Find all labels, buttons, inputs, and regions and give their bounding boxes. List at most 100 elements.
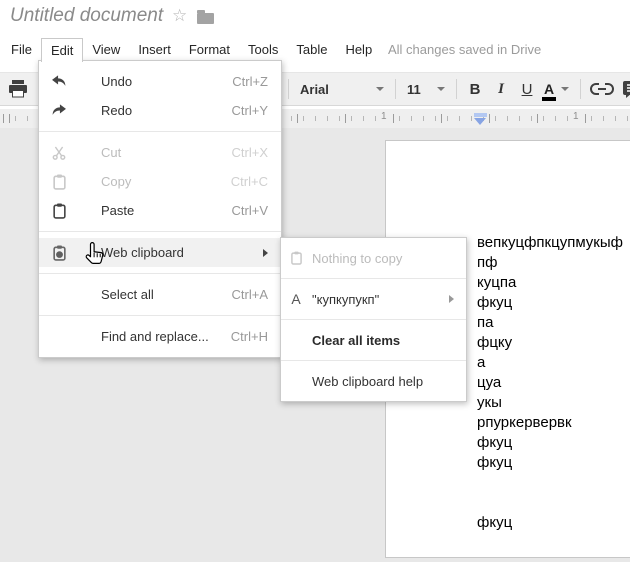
menu-item-paste[interactable]: Paste Ctrl+V bbox=[39, 196, 281, 225]
scissors-icon bbox=[49, 146, 69, 160]
ruler-number: 1 bbox=[571, 112, 581, 122]
text-line: фкуц bbox=[477, 513, 623, 533]
web-clipboard-icon bbox=[49, 245, 69, 261]
menu-view[interactable]: View bbox=[83, 38, 129, 62]
menu-insert[interactable]: Insert bbox=[129, 38, 180, 62]
menu-file[interactable]: File bbox=[2, 38, 41, 62]
toolbar-separator bbox=[456, 79, 457, 99]
menu-item-copy: Copy Ctrl+C bbox=[39, 167, 281, 196]
menu-item-shortcut: Ctrl+H bbox=[231, 329, 268, 344]
font-size-value: 11 bbox=[407, 82, 421, 97]
menu-item-label: Select all bbox=[101, 287, 154, 302]
bold-button[interactable]: B bbox=[462, 77, 488, 101]
submenu-item-help[interactable]: Web clipboard help bbox=[281, 367, 466, 395]
text-line: а bbox=[477, 353, 623, 373]
menu-separator bbox=[281, 360, 466, 361]
left-indent-marker[interactable] bbox=[474, 118, 486, 125]
submenu-item-clear-all[interactable]: Clear all items bbox=[281, 326, 466, 354]
ruler-number: 1 bbox=[379, 112, 389, 122]
submenu-item-nothing-to-copy: Nothing to copy bbox=[281, 244, 466, 272]
text-line: па bbox=[477, 313, 623, 333]
text-item-icon: A bbox=[289, 291, 303, 307]
submenu-item-copied-text[interactable]: A "купкупукп" bbox=[281, 285, 466, 313]
submenu-item-label: "купкупукп" bbox=[312, 292, 379, 307]
menu-separator bbox=[281, 278, 466, 279]
submenu-item-label: Web clipboard help bbox=[312, 374, 423, 389]
text-line: вепкуцфпкцупмукыф bbox=[477, 233, 623, 253]
insert-link-button[interactable] bbox=[586, 77, 618, 101]
font-family-select[interactable]: Arial bbox=[294, 77, 390, 101]
redo-icon bbox=[49, 104, 69, 117]
menu-separator bbox=[281, 319, 466, 320]
toolbar-separator bbox=[580, 79, 581, 99]
submenu-item-label: Clear all items bbox=[312, 333, 400, 348]
menu-item-undo[interactable]: Undo Ctrl+Z bbox=[39, 67, 281, 96]
comment-icon bbox=[622, 80, 630, 99]
text-line: пф bbox=[477, 253, 623, 273]
menu-format[interactable]: Format bbox=[180, 38, 239, 62]
text-color-button[interactable]: A bbox=[540, 77, 573, 101]
font-size-select[interactable]: 11 bbox=[401, 77, 451, 101]
menu-separator bbox=[39, 273, 281, 274]
chevron-down-icon bbox=[561, 87, 569, 91]
menu-item-web-clipboard[interactable]: Web clipboard bbox=[39, 238, 281, 267]
submenu-arrow-icon bbox=[263, 249, 268, 257]
submenu-item-label: Nothing to copy bbox=[312, 251, 402, 266]
menu-item-label: Copy bbox=[101, 174, 131, 189]
undo-icon bbox=[49, 75, 69, 88]
text-line: куцпа bbox=[477, 273, 623, 293]
toolbar-separator bbox=[395, 79, 396, 99]
menu-table[interactable]: Table bbox=[287, 38, 336, 62]
clipboard-icon bbox=[49, 203, 69, 219]
underline-button[interactable]: U bbox=[514, 77, 540, 101]
link-icon bbox=[590, 82, 614, 96]
menu-item-redo[interactable]: Redo Ctrl+Y bbox=[39, 96, 281, 125]
menu-item-select-all[interactable]: Select all Ctrl+A bbox=[39, 280, 281, 309]
menu-separator bbox=[39, 131, 281, 132]
first-line-indent-marker[interactable] bbox=[474, 113, 487, 117]
menu-tools[interactable]: Tools bbox=[239, 38, 287, 62]
document-title[interactable]: Untitled document bbox=[10, 5, 163, 27]
menu-item-label: Find and replace... bbox=[101, 329, 209, 344]
text-line: фкуц bbox=[477, 453, 623, 473]
hand-cursor-icon bbox=[84, 241, 107, 273]
clipboard-icon bbox=[289, 251, 303, 265]
print-button[interactable] bbox=[8, 80, 28, 103]
menu-item-shortcut: Ctrl+V bbox=[232, 203, 268, 218]
menu-separator bbox=[39, 231, 281, 232]
star-icon[interactable]: ☆ bbox=[172, 7, 187, 24]
menu-item-shortcut: Ctrl+C bbox=[231, 174, 268, 189]
save-status: All changes saved in Drive bbox=[388, 42, 541, 57]
text-color-a-icon: A bbox=[544, 82, 554, 96]
submenu-arrow-icon bbox=[449, 295, 454, 303]
text-line: фкуц bbox=[477, 433, 623, 453]
menu-item-cut: Cut Ctrl+X bbox=[39, 138, 281, 167]
menu-item-shortcut: Ctrl+Z bbox=[232, 74, 268, 89]
edit-menu: Undo Ctrl+Z Redo Ctrl+Y Cut Ctrl+X Copy … bbox=[38, 60, 282, 358]
toolbar-separator bbox=[288, 79, 289, 99]
menu-item-label: Web clipboard bbox=[101, 245, 184, 260]
print-icon bbox=[8, 80, 28, 98]
folder-icon[interactable] bbox=[197, 13, 214, 24]
menu-item-find-replace[interactable]: Find and replace... Ctrl+H bbox=[39, 322, 281, 351]
menu-help[interactable]: Help bbox=[336, 38, 381, 62]
text-line: цуа bbox=[477, 373, 623, 393]
chevron-down-icon bbox=[437, 87, 445, 91]
font-family-value: Arial bbox=[300, 82, 329, 97]
menu-item-shortcut: Ctrl+X bbox=[232, 145, 268, 160]
menu-item-label: Paste bbox=[101, 203, 134, 218]
comment-button[interactable] bbox=[618, 77, 630, 101]
menu-item-shortcut: Ctrl+A bbox=[232, 287, 268, 302]
text-line: рпуркервервк bbox=[477, 413, 623, 433]
menu-item-label: Cut bbox=[101, 145, 121, 160]
italic-button[interactable]: I bbox=[488, 77, 514, 101]
text-line bbox=[477, 493, 623, 513]
text-line: фцку bbox=[477, 333, 623, 353]
menubar: File Edit View Insert Format Tools Table… bbox=[2, 38, 381, 62]
text-line: укы bbox=[477, 393, 623, 413]
text-line bbox=[477, 473, 623, 493]
text-line: фкуц bbox=[477, 293, 623, 313]
menu-edit[interactable]: Edit bbox=[41, 38, 83, 62]
menu-item-label: Redo bbox=[101, 103, 132, 118]
menu-separator bbox=[39, 315, 281, 316]
